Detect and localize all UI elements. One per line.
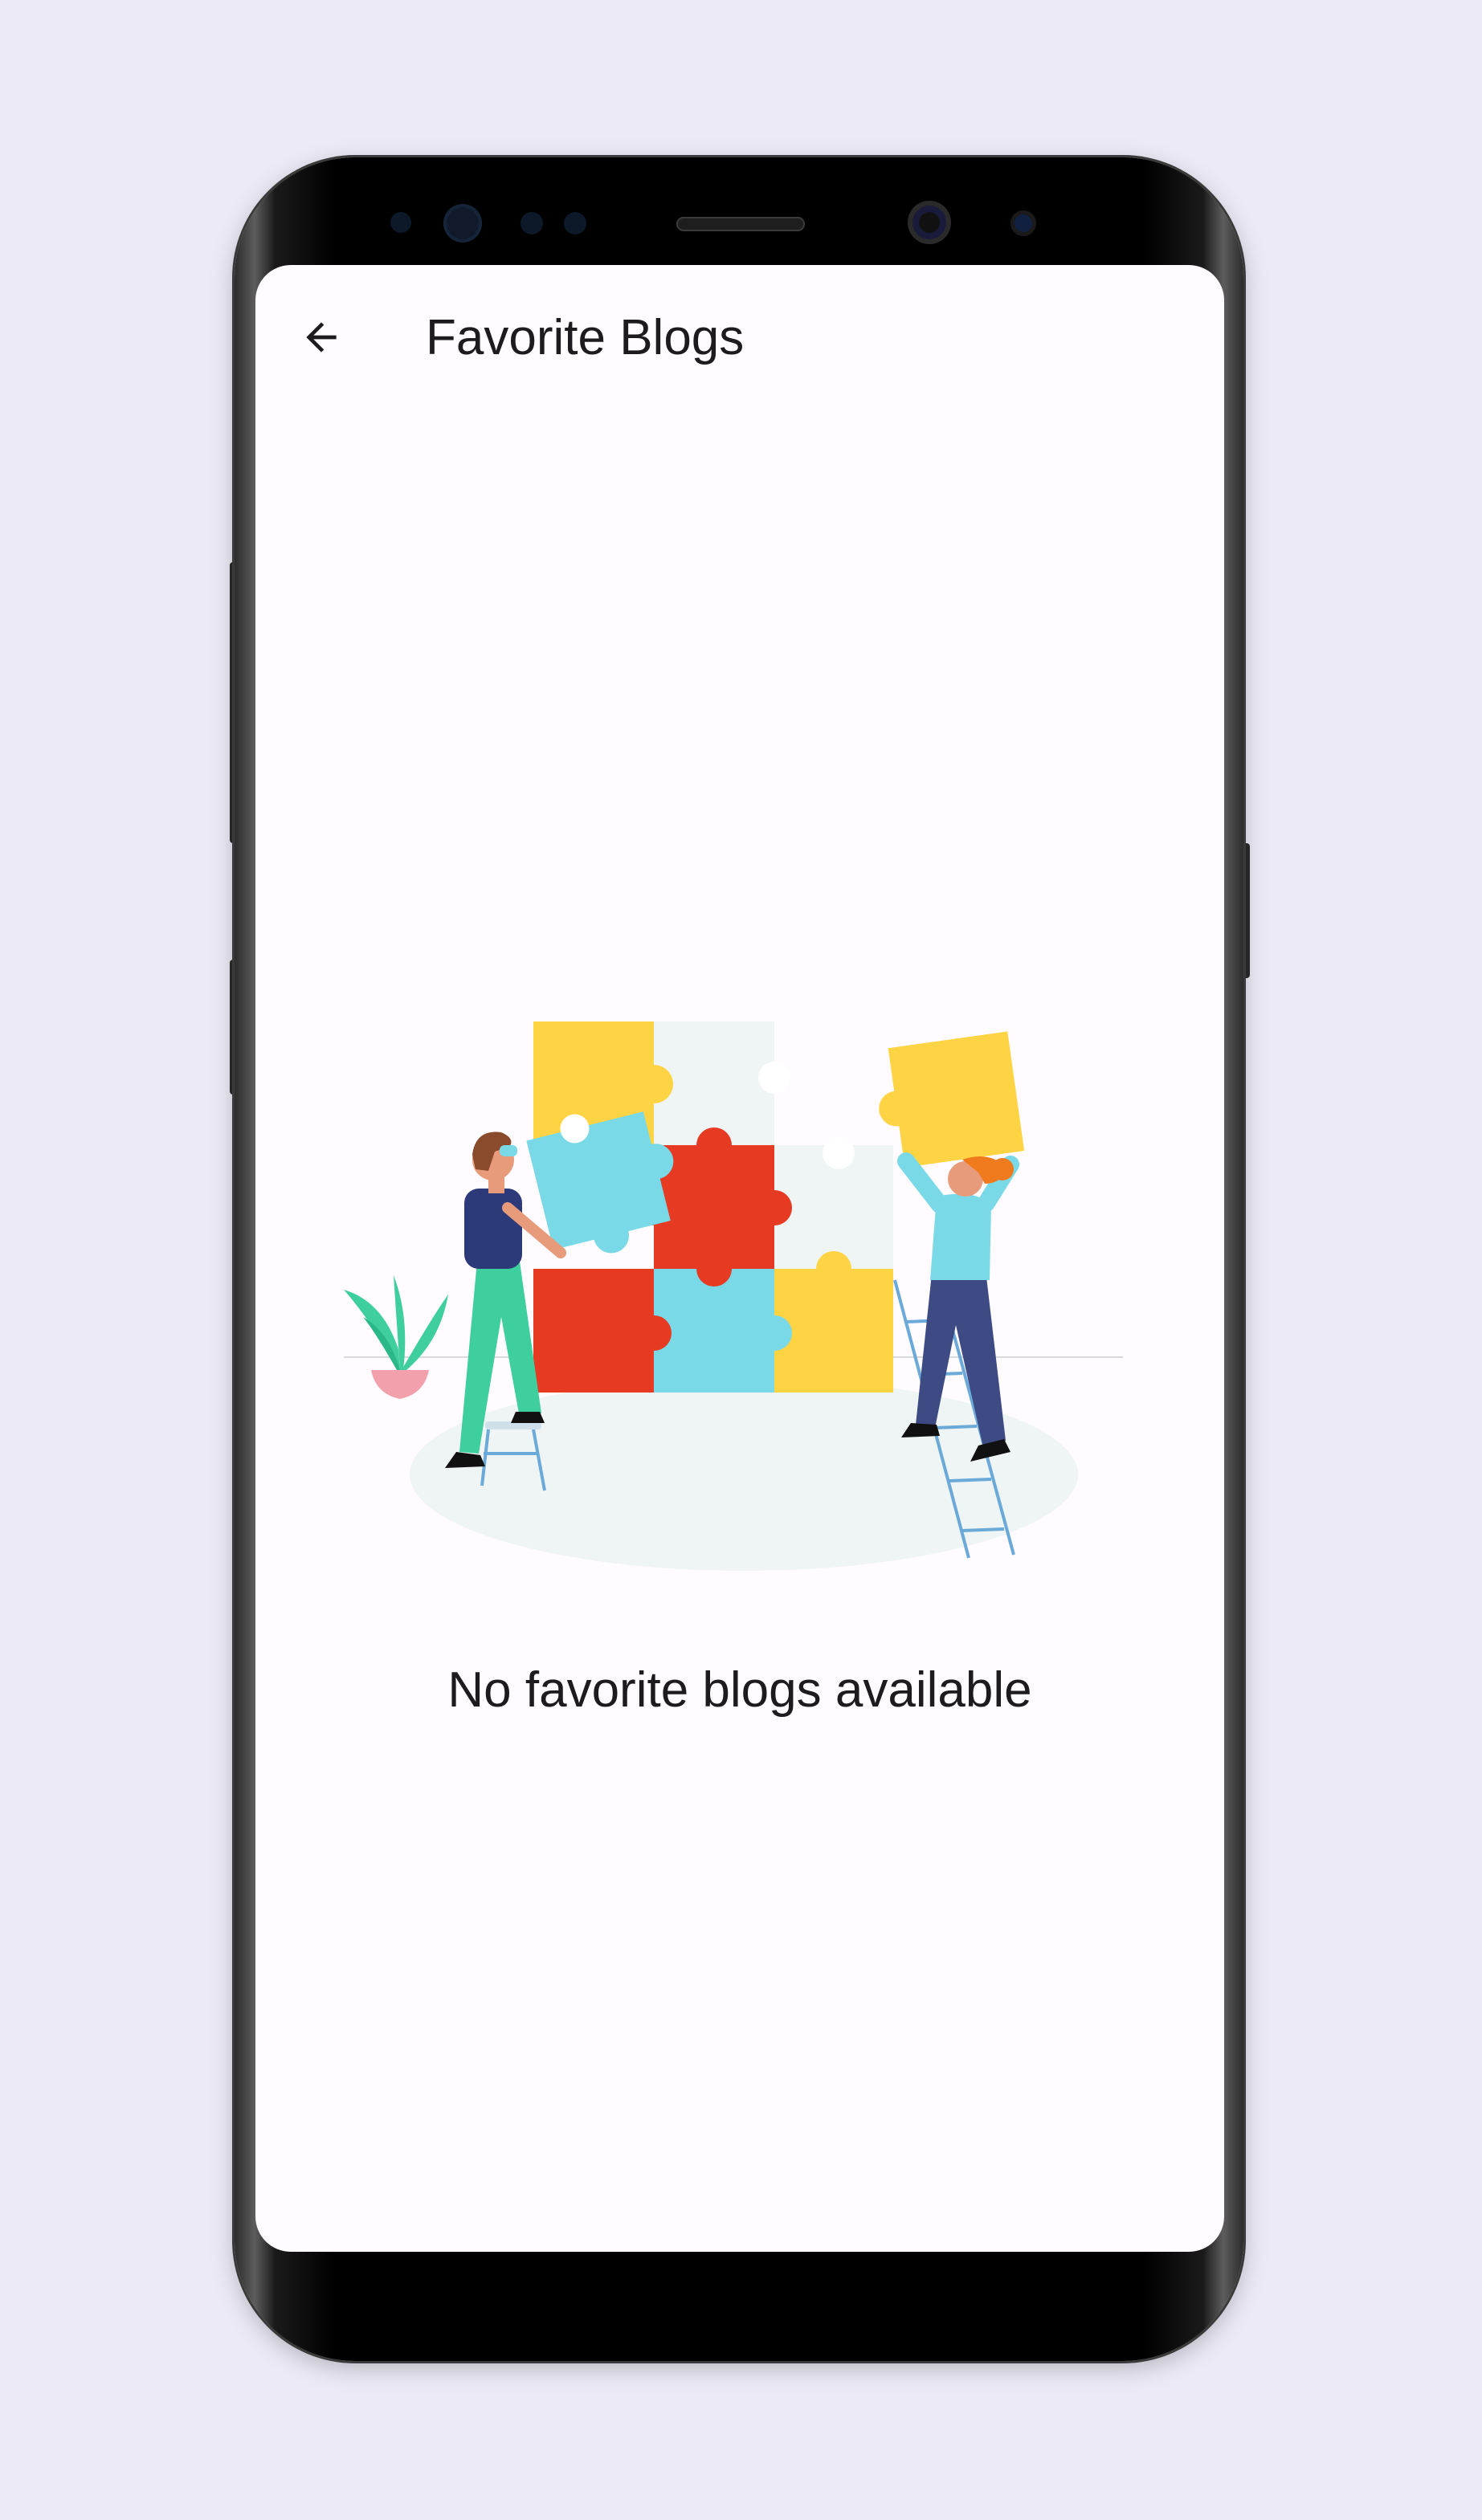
front-camera-icon xyxy=(908,201,951,244)
app-screen: Favorite Blogs No favorite blogs availab… xyxy=(255,265,1224,2252)
potted-plant xyxy=(344,1275,448,1399)
arrow-back-icon xyxy=(306,322,337,353)
iris-sensor-icon xyxy=(443,204,482,243)
earpiece-speaker xyxy=(676,217,805,231)
yellow-puzzle-piece xyxy=(879,1031,1025,1168)
empty-state-message: No favorite blogs available xyxy=(447,1662,1032,1718)
top-app-bar: Favorite Blogs xyxy=(255,265,1224,402)
page-title: Favorite Blogs xyxy=(426,310,745,365)
iris-camera-icon xyxy=(1010,210,1036,236)
sensor-icon xyxy=(390,212,411,233)
device-frame-stage: Favorite Blogs No favorite blogs availab… xyxy=(0,0,1482,2520)
light-sensor-icon xyxy=(564,212,586,234)
back-button[interactable] xyxy=(283,299,360,376)
proximity-sensor-icon xyxy=(521,212,543,234)
puzzle-assembly-illustration xyxy=(344,1021,1123,1571)
